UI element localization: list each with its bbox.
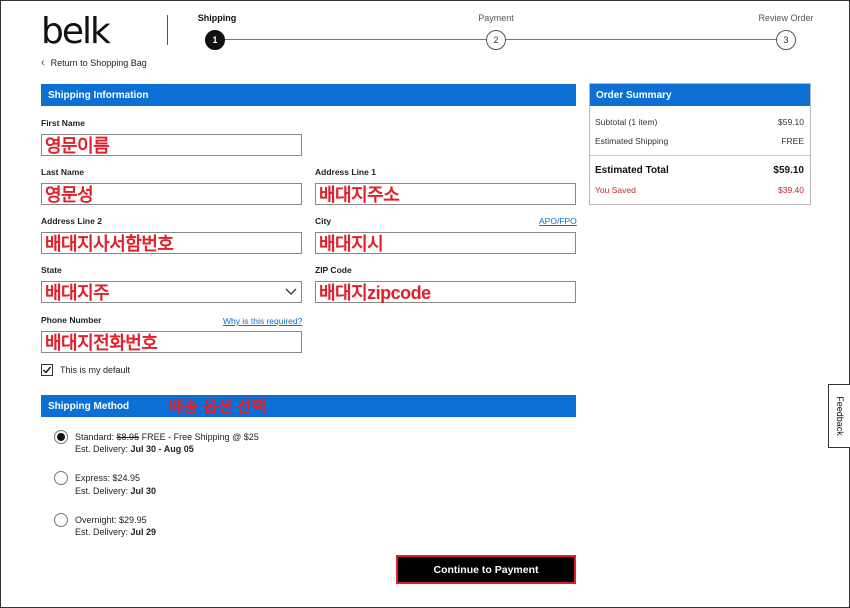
city-label: City: [315, 216, 332, 226]
section-title: Shipping Method: [48, 400, 130, 412]
shipping-option-standard-delivery: Est. Delivery: Jul 30 - Aug 05: [75, 444, 194, 454]
step-label: Shipping: [197, 13, 237, 23]
est-delivery-value: Jul 30 - Aug 05: [130, 444, 194, 454]
first-name-input[interactable]: 영문이름: [41, 134, 302, 156]
saved-label: You Saved: [595, 185, 636, 195]
chevron-left-icon: ‹: [41, 57, 45, 69]
shipping-option-overnight-radio[interactable]: [54, 513, 68, 527]
est-delivery-label: Est. Delivery:: [75, 486, 129, 496]
step-number: 3: [776, 30, 796, 50]
total-label: Estimated Total: [595, 165, 669, 176]
subtotal-value: $59.10: [778, 117, 804, 127]
est-delivery-label: Est. Delivery:: [75, 444, 129, 454]
est-delivery-value: Jul 29: [130, 527, 157, 537]
return-to-bag-label: Return to Shopping Bag: [50, 58, 147, 68]
shipping-option-express-radio[interactable]: [54, 471, 68, 485]
return-to-bag-link[interactable]: ‹ Return to Shopping Bag: [41, 57, 147, 69]
why-required-link[interactable]: Why is this required?: [223, 316, 302, 326]
last-name-input[interactable]: 영문성: [41, 183, 302, 205]
est-delivery-value: Jul 30: [130, 486, 157, 496]
first-name-value: 영문이름: [45, 136, 110, 156]
stepper-line-2: [506, 39, 776, 40]
chevron-down-icon: [285, 285, 297, 302]
belk-logo[interactable]: belk: [41, 11, 111, 52]
first-name-label: First Name: [41, 118, 85, 128]
subtotal-label: Subtotal (1 item): [595, 117, 658, 127]
option-old-price: $8.95: [116, 432, 140, 442]
state-label: State: [41, 265, 62, 275]
est-delivery-label: Est. Delivery:: [75, 527, 129, 537]
feedback-tab[interactable]: Feedback: [828, 384, 850, 448]
subtotal-row: Subtotal (1 item) $59.10: [595, 117, 804, 127]
city-value: 배대지시: [319, 234, 384, 254]
continue-to-payment-button[interactable]: Continue to Payment: [396, 555, 576, 584]
option-price: $24.95: [112, 473, 141, 483]
shipping-row: Estimated Shipping FREE: [595, 136, 804, 146]
option-name: Express:: [75, 473, 111, 483]
summary-divider: [590, 155, 810, 156]
address-line-2-input[interactable]: 배대지사서함번호: [41, 232, 302, 254]
header-divider: [167, 15, 168, 45]
step-number: 2: [486, 30, 506, 50]
address-line-1-value: 배대지주소: [319, 185, 400, 205]
shipping-label: Estimated Shipping: [595, 136, 669, 146]
zip-code-value: 배대지zipcode: [319, 283, 431, 303]
feedback-label: Feedback: [834, 396, 845, 436]
shipping-option-overnight-delivery: Est. Delivery: Jul 29: [75, 527, 156, 537]
total-value: $59.10: [773, 165, 804, 176]
last-name-value: 영문성: [45, 185, 94, 205]
checkout-stepper: Shipping 1 Payment 2 Review Order 3: [197, 13, 817, 53]
shipping-option-annotation: 배송 옵션 선택: [169, 399, 267, 416]
option-price: FREE - Free Shipping @ $25: [141, 432, 259, 442]
shipping-option-standard-label: Standard: $8.95 FREE - Free Shipping @ $…: [75, 432, 259, 442]
shipping-option-express-label: Express: $24.95: [75, 473, 140, 483]
step-shipping[interactable]: Shipping 1: [197, 13, 237, 50]
shipping-information-header: Shipping Information: [41, 84, 576, 106]
step-label: Payment: [478, 13, 514, 23]
shipping-option-standard-radio[interactable]: [54, 430, 68, 444]
option-name: Overnight:: [75, 515, 117, 525]
default-address-checkbox[interactable]: [41, 364, 53, 376]
option-name: Standard:: [75, 432, 115, 442]
state-value: 배대지주: [45, 283, 110, 303]
address-line-2-value: 배대지사서함번호: [45, 234, 174, 254]
shipping-method-header: Shipping Method: [41, 395, 576, 417]
shipping-option-express-delivery: Est. Delivery: Jul 30: [75, 486, 156, 496]
shipping-value: FREE: [781, 136, 804, 146]
section-title: Shipping Information: [48, 89, 149, 101]
city-input[interactable]: 배대지시: [315, 232, 576, 254]
state-select[interactable]: 배대지주: [41, 281, 302, 303]
phone-number-input[interactable]: 배대지전화번호: [41, 331, 302, 353]
address-line-1-label: Address Line 1: [315, 167, 376, 177]
address-line-1-input[interactable]: 배대지주소: [315, 183, 576, 205]
stepper-line-1: [225, 39, 496, 40]
zip-code-input[interactable]: 배대지zipcode: [315, 281, 576, 303]
last-name-label: Last Name: [41, 167, 84, 177]
phone-number-value: 배대지전화번호: [45, 333, 158, 353]
zip-code-label: ZIP Code: [315, 265, 352, 275]
step-review-order[interactable]: Review Order 3: [755, 13, 817, 50]
step-payment[interactable]: Payment 2: [476, 13, 516, 50]
address-line-2-label: Address Line 2: [41, 216, 102, 226]
shipping-option-overnight-label: Overnight: $29.95: [75, 515, 147, 525]
checkmark-icon: [43, 366, 52, 374]
option-price: $29.95: [119, 515, 147, 525]
you-saved-row: You Saved $39.40: [595, 185, 804, 195]
estimated-total-row: Estimated Total $59.10: [595, 165, 804, 176]
saved-value: $39.40: [778, 185, 804, 195]
step-number: 1: [205, 30, 225, 50]
phone-number-label: Phone Number: [41, 315, 102, 325]
default-address-label: This is my default: [60, 365, 131, 375]
apo-fpo-link[interactable]: APO/FPO: [539, 216, 577, 226]
step-label: Review Order: [758, 13, 814, 23]
